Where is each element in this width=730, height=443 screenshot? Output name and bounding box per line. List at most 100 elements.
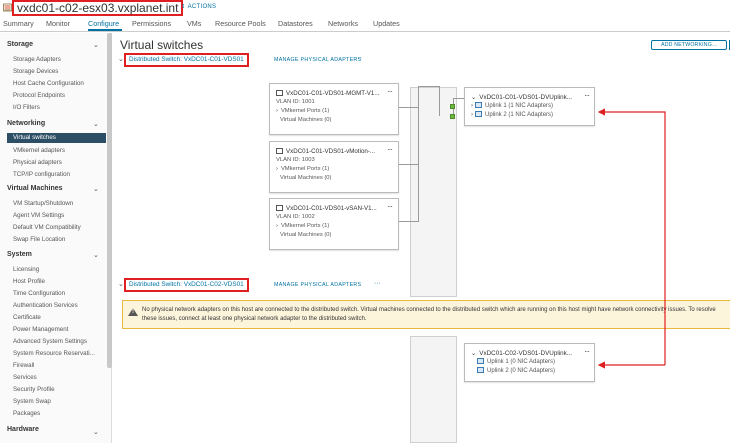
warning-icon bbox=[128, 308, 138, 316]
sidebar-item-firewall[interactable]: Firewall bbox=[13, 362, 34, 370]
chevron-down-icon[interactable]: ⌄ bbox=[471, 350, 476, 357]
portgroup-virtual-machines: Virtual Machines (0) bbox=[280, 175, 332, 181]
switch1-more-icon[interactable]: ··· bbox=[355, 55, 362, 62]
uplink-2[interactable]: Uplink 2 (0 NIC Adapters) bbox=[487, 368, 555, 374]
connector-line bbox=[439, 86, 440, 116]
sidebar-item-certificate[interactable]: Certificate bbox=[13, 314, 41, 322]
uplink-1[interactable]: Uplink 1 (0 NIC Adapters) bbox=[487, 359, 555, 365]
sidebar-item-packages[interactable]: Packages bbox=[13, 410, 40, 418]
uplink-card-switch1[interactable]: ⌄ VxDC01-C01-VDS01-DVUplink... ··· › Uplin… bbox=[464, 87, 595, 126]
chevron-right-icon[interactable]: › bbox=[276, 108, 278, 114]
connector-line bbox=[399, 164, 419, 165]
chevron-down-icon[interactable]: ⌄ bbox=[118, 280, 124, 288]
switch2-more-icon[interactable]: ··· bbox=[374, 280, 381, 287]
chevron-right-icon[interactable]: › bbox=[276, 223, 278, 229]
sidebar-item-io-filters[interactable]: I/O Filters bbox=[13, 104, 40, 112]
uplink-port-icon bbox=[450, 114, 455, 119]
main-content: Virtual switches ADD NETWORKING... ⌄ Dis… bbox=[118, 33, 730, 443]
add-networking-button[interactable]: ADD NETWORKING... bbox=[651, 40, 727, 50]
portgroup-more-icon[interactable]: ··· bbox=[387, 145, 393, 154]
connector-line bbox=[418, 86, 419, 222]
portgroup-card-mgmt[interactable]: VxDC01-C01-VDS01-MGMT-V1... ··· VLAN ID:… bbox=[269, 83, 399, 135]
chevron-down-icon[interactable]: ⌄ bbox=[471, 94, 476, 101]
portgroup-card-vmotion[interactable]: VxDC01-C01-VDS01-vMotion-... ··· VLAN ID… bbox=[269, 141, 399, 193]
sidebar-item-host-profile[interactable]: Host Profile bbox=[13, 278, 45, 286]
sidebar-item-protocol-endpoints[interactable]: Protocol Endpoints bbox=[13, 92, 65, 100]
chevron-down-icon[interactable]: ⌄ bbox=[93, 41, 99, 49]
sidebar-item-system-resource-reservation[interactable]: System Resource Reservati... bbox=[13, 350, 95, 358]
connector-line bbox=[399, 107, 419, 108]
object-tabs: Summary Monitor Configure Permissions VM… bbox=[0, 16, 730, 32]
tab-summary[interactable]: Summary bbox=[3, 19, 34, 28]
sidebar-item-agent-vm[interactable]: Agent VM Settings bbox=[13, 212, 64, 220]
switch1-header: ⌄ Distributed Switch: VxDC01-C01-VDS01 M… bbox=[118, 53, 418, 67]
sidebar-item-time-configuration[interactable]: Time Configuration bbox=[13, 290, 65, 298]
sidebar-item-virtual-switches[interactable]: Virtual switches bbox=[7, 133, 106, 143]
sidebar-item-physical-adapters[interactable]: Physical adapters bbox=[13, 159, 62, 167]
sidebar-item-storage-adapters[interactable]: Storage Adapters bbox=[13, 56, 61, 64]
switch1-manage-physical-adapters[interactable]: MANAGE PHYSICAL ADAPTERS bbox=[274, 56, 361, 64]
chevron-down-icon[interactable]: ⌄ bbox=[93, 428, 99, 436]
portgroup-vmkernel-ports[interactable]: VMkernel Ports (1) bbox=[281, 166, 329, 172]
uplink-card-switch2[interactable]: ⌄ VxDC01-C02-VDS01-DVUplink... ··· Uplink… bbox=[464, 343, 595, 382]
section-virtual-machines[interactable]: Virtual Machines bbox=[7, 185, 63, 192]
sidebar-item-tcpip-configuration[interactable]: TCP/IP configuration bbox=[13, 171, 70, 179]
portgroup-vlan: VLAN ID: 1003 bbox=[276, 157, 315, 163]
uplink-2[interactable]: Uplink 2 (1 NIC Adapters) bbox=[485, 112, 553, 118]
sidebar-item-authentication-services[interactable]: Authentication Services bbox=[13, 302, 78, 310]
tab-networks[interactable]: Networks bbox=[328, 19, 358, 28]
section-networking[interactable]: Networking bbox=[7, 120, 45, 127]
chevron-right-icon[interactable]: › bbox=[276, 166, 278, 172]
section-hardware[interactable]: Hardware bbox=[7, 426, 39, 433]
sidebar-scrollbar[interactable] bbox=[107, 33, 112, 368]
portgroup-vmkernel-ports[interactable]: VMkernel Ports (1) bbox=[281, 108, 329, 114]
portgroup-card-vsan[interactable]: VxDC01-C01-VDS01-vSAN-V1... ··· VLAN ID:… bbox=[269, 198, 399, 250]
tab-resource-pools[interactable]: Resource Pools bbox=[215, 19, 266, 28]
actions-menu[interactable]: ⁝ ACTIONS bbox=[182, 3, 216, 12]
nic-icon bbox=[477, 358, 484, 364]
sidebar-item-services[interactable]: Services bbox=[13, 374, 37, 382]
uplink-1[interactable]: Uplink 1 (1 NIC Adapters) bbox=[485, 103, 553, 109]
portgroup-vmkernel-ports[interactable]: VMkernel Ports (1) bbox=[281, 223, 329, 229]
switch1-name[interactable]: Distributed Switch: VxDC01-C01-VDS01 bbox=[124, 53, 249, 67]
sidebar-item-licensing[interactable]: Licensing bbox=[13, 266, 39, 274]
portgroup-more-icon[interactable]: ··· bbox=[387, 87, 393, 96]
section-system[interactable]: System bbox=[7, 251, 32, 258]
section-storage[interactable]: Storage bbox=[7, 41, 33, 48]
uplink-more-icon[interactable]: ··· bbox=[584, 347, 590, 356]
portgroup-icon bbox=[276, 205, 283, 211]
tab-configure[interactable]: Configure bbox=[88, 19, 119, 28]
chevron-down-icon[interactable]: ⌄ bbox=[118, 55, 124, 63]
sidebar-item-storage-devices[interactable]: Storage Devices bbox=[13, 68, 58, 76]
chevron-right-icon[interactable]: › bbox=[471, 112, 473, 118]
portgroup-more-icon[interactable]: ··· bbox=[387, 202, 393, 211]
sidebar-item-vm-startup[interactable]: VM Startup/Shutdown bbox=[13, 200, 73, 208]
sidebar-item-advanced-system-settings[interactable]: Advanced System Settings bbox=[13, 338, 87, 346]
switch2-name[interactable]: Distributed Switch: VxDC01-C02-VDS01 bbox=[124, 278, 249, 292]
switch2-diagram-bar bbox=[410, 336, 457, 443]
host-icon bbox=[3, 3, 12, 12]
connector-line bbox=[418, 86, 440, 87]
chevron-right-icon[interactable]: › bbox=[471, 103, 473, 109]
tab-vms[interactable]: VMs bbox=[187, 19, 201, 28]
sidebar-item-system-swap[interactable]: System Swap bbox=[13, 398, 51, 406]
tab-monitor[interactable]: Monitor bbox=[46, 19, 70, 28]
sidebar-item-default-vm-compat[interactable]: Default VM Compatibility bbox=[13, 224, 81, 232]
chevron-down-icon[interactable]: ⌄ bbox=[93, 185, 99, 193]
sidebar-item-swap-file-location[interactable]: Swap File Location bbox=[13, 236, 65, 244]
tab-permissions[interactable]: Permissions bbox=[132, 19, 171, 28]
sidebar-item-security-profile[interactable]: Security Profile bbox=[13, 386, 55, 394]
chevron-down-icon[interactable]: ⌄ bbox=[93, 120, 99, 128]
warning-text: No physical network adapters on this hos… bbox=[142, 307, 716, 322]
switch2-manage-physical-adapters[interactable]: MANAGE PHYSICAL ADAPTERS bbox=[274, 281, 361, 289]
portgroup-name: VxDC01-C01-VDS01-MGMT-V1... bbox=[286, 90, 380, 97]
chevron-down-icon[interactable]: ⌄ bbox=[93, 251, 99, 259]
sidebar-item-power-management[interactable]: Power Management bbox=[13, 326, 68, 334]
uplink-more-icon[interactable]: ··· bbox=[584, 91, 590, 100]
sidebar-item-host-cache[interactable]: Host Cache Configuration bbox=[13, 80, 84, 88]
sidebar-item-vmkernel-adapters[interactable]: VMkernel adapters bbox=[13, 147, 65, 155]
actions-dots-icon: ⁝ bbox=[182, 4, 185, 10]
tab-updates[interactable]: Updates bbox=[373, 19, 400, 28]
portgroup-icon bbox=[276, 90, 283, 96]
tab-datastores[interactable]: Datastores bbox=[278, 19, 313, 28]
